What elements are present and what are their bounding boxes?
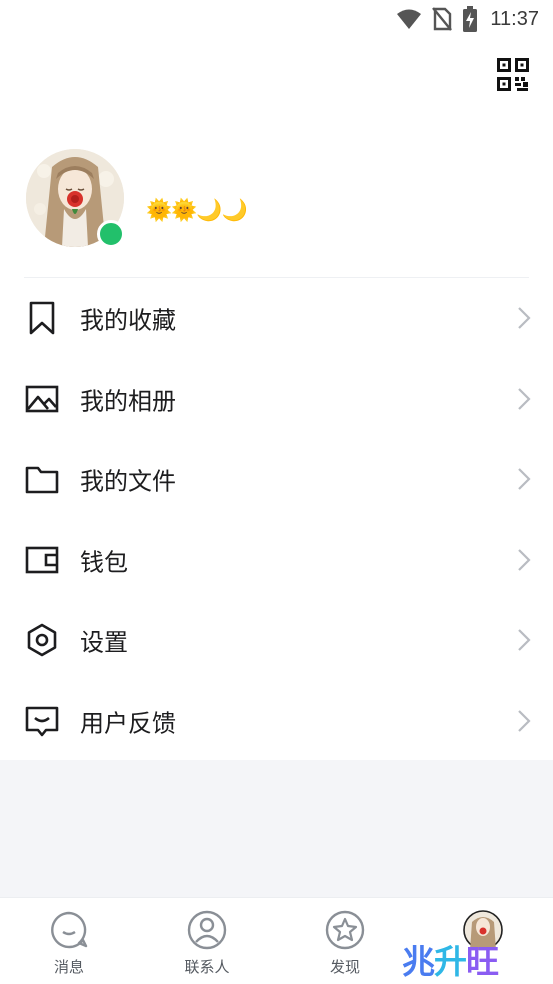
menu-item-album[interactable]: 我的相册: [0, 359, 553, 440]
no-sim-icon: [432, 7, 453, 31]
menu-item-label: 设置: [80, 628, 128, 657]
tab-label: 联系人: [184, 958, 230, 976]
menu-item-wallet[interactable]: 钱包: [0, 520, 553, 601]
wallet-icon: [25, 546, 59, 574]
menu-item-settings[interactable]: 设置: [0, 600, 553, 681]
chevron-right-icon: [518, 307, 531, 330]
chevron-right-icon: [518, 387, 531, 410]
settings-hexagon-icon: [27, 623, 57, 657]
qr-code-icon[interactable]: [497, 58, 529, 92]
menu-item-label: 用户反馈: [80, 709, 176, 738]
menu-item-label: 我的文件: [80, 467, 176, 496]
watermark-logo: 兆升旺: [402, 942, 499, 981]
tab-discover[interactable]: 发现: [276, 898, 414, 984]
menu-list: 我的收藏 我的相册 我的文件 钱包 设置 用户反馈: [0, 278, 553, 761]
person-icon: [187, 910, 227, 950]
menu-item-label: 我的相册: [80, 387, 176, 416]
folder-icon: [25, 466, 59, 494]
tab-messages[interactable]: 消息: [0, 898, 138, 984]
chevron-right-icon: [518, 709, 531, 732]
wifi-icon: [397, 9, 422, 29]
image-icon: [25, 385, 59, 413]
chevron-right-icon: [518, 548, 531, 571]
chevron-right-icon: [518, 629, 531, 652]
online-status-dot: [97, 220, 125, 248]
menu-item-label: 我的收藏: [80, 306, 176, 335]
status-bar: 11:37: [0, 0, 553, 40]
battery-charging-icon: [463, 6, 478, 32]
star-compass-icon: [325, 910, 365, 950]
tab-label: 消息: [53, 958, 84, 976]
tab-label: 发现: [329, 958, 360, 976]
status-emoji: 🌞🌞🌙🌙: [146, 198, 248, 222]
menu-item-files[interactable]: 我的文件: [0, 439, 553, 520]
menu-item-favorites[interactable]: 我的收藏: [0, 278, 553, 359]
status-time: 11:37: [490, 7, 539, 30]
chat-bubble-icon: [51, 911, 88, 949]
main-panel: 11:37 🌞🌞🌙🌙 我的收藏 我的相册 我的文件 钱包 设置 用户反馈: [0, 0, 553, 760]
bookmark-icon: [29, 301, 55, 335]
menu-item-label: 钱包: [80, 548, 128, 577]
tab-contacts[interactable]: 联系人: [138, 898, 276, 984]
menu-item-feedback[interactable]: 用户反馈: [0, 681, 553, 762]
feedback-icon: [25, 706, 59, 737]
chevron-right-icon: [518, 468, 531, 491]
